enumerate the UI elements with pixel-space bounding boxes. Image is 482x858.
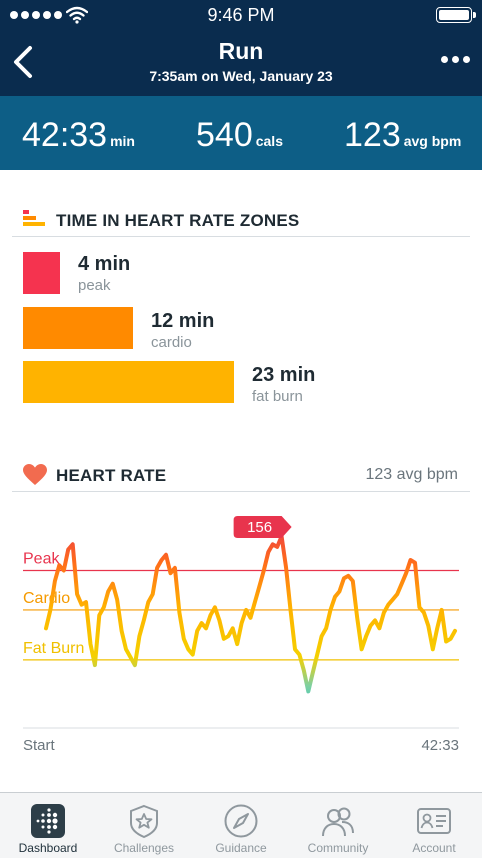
id-card-icon — [417, 808, 451, 834]
star-badge-icon — [130, 804, 158, 839]
zone-bar-fat-burn — [23, 361, 234, 403]
page-subtitle: 7:35am on Wed, January 23 — [149, 68, 333, 84]
tab-dashboard[interactable]: Dashboard — [0, 793, 96, 858]
tab-guidance[interactable]: Guidance — [193, 793, 289, 858]
avg-bpm-unit: avg bpm — [403, 133, 462, 149]
status-time: 9:46 PM — [207, 5, 275, 25]
zone-line-label: Cardio — [23, 590, 70, 607]
heart-rate-section-title: HEART RATE — [56, 466, 167, 485]
divider — [12, 236, 470, 237]
tab-bar: Dashboard Challenges Guidance Community — [0, 792, 482, 858]
people-icon — [322, 807, 354, 837]
zone-value-cardio: 12 min — [151, 310, 215, 332]
chart-start-label: Start — [23, 737, 55, 754]
calories-value: 540 — [196, 116, 253, 154]
tab-account[interactable]: Account — [386, 793, 482, 858]
zone-label-peak: peak — [78, 277, 111, 294]
heart-rate-chart: Peak Cardio Fat Burn 156 — [23, 516, 459, 729]
zone-value-peak: 4 min — [78, 253, 131, 275]
duration-stat: 42:33 min — [22, 116, 135, 155]
max-heart-rate-marker: 156 — [233, 516, 292, 538]
duration-value: 42:33 — [22, 116, 108, 154]
summary-stats: 42:33 min 540 cals 123 avg bpm — [0, 96, 482, 170]
zones-section-title: TIME IN HEART RATE ZONES — [56, 211, 300, 230]
duration-unit: min — [110, 133, 135, 149]
zone-bar-cardio — [23, 307, 133, 349]
more-options-button[interactable] — [441, 56, 470, 63]
calories-stat: 540 cals — [196, 116, 283, 155]
heart-rate-average: 123 avg bpm — [365, 466, 458, 483]
header: 9:46 PM Run 7:35am on Wed, January 23 — [0, 0, 482, 96]
compass-icon — [224, 804, 258, 838]
tab-challenges[interactable]: Challenges — [96, 793, 192, 858]
zone-label-cardio: cardio — [151, 334, 192, 351]
zone-label-fat-burn: fat burn — [252, 388, 303, 405]
page-title: Run — [218, 38, 264, 64]
zone-line-label: Fat Burn — [23, 640, 84, 657]
avg-bpm-value: 123 — [344, 116, 401, 154]
fitbit-logo-icon — [31, 804, 65, 838]
status-bar: 9:46 PM — [0, 0, 482, 30]
tab-label: Dashboard — [18, 841, 78, 855]
zone-value-fat-burn: 23 min — [252, 364, 316, 386]
tab-community[interactable]: Community — [290, 793, 386, 858]
heart-rate-series-line — [44, 534, 457, 694]
tab-label: Community — [307, 841, 369, 855]
divider — [12, 491, 470, 492]
zone-line-label: Peak — [23, 551, 60, 568]
heart-icon — [23, 464, 47, 485]
tab-label: Account — [412, 841, 456, 855]
chart-end-label: 42:33 — [421, 737, 459, 754]
avg-bpm-stat: 123 avg bpm — [344, 116, 461, 155]
tab-label: Challenges — [113, 841, 175, 855]
heart-rate-zones-icon — [23, 210, 45, 226]
zone-bar-peak — [23, 252, 60, 294]
tab-label: Guidance — [215, 841, 267, 855]
calories-unit: cals — [255, 133, 283, 149]
battery-icon — [436, 7, 476, 23]
max-heart-rate-label: 156 — [247, 519, 272, 536]
